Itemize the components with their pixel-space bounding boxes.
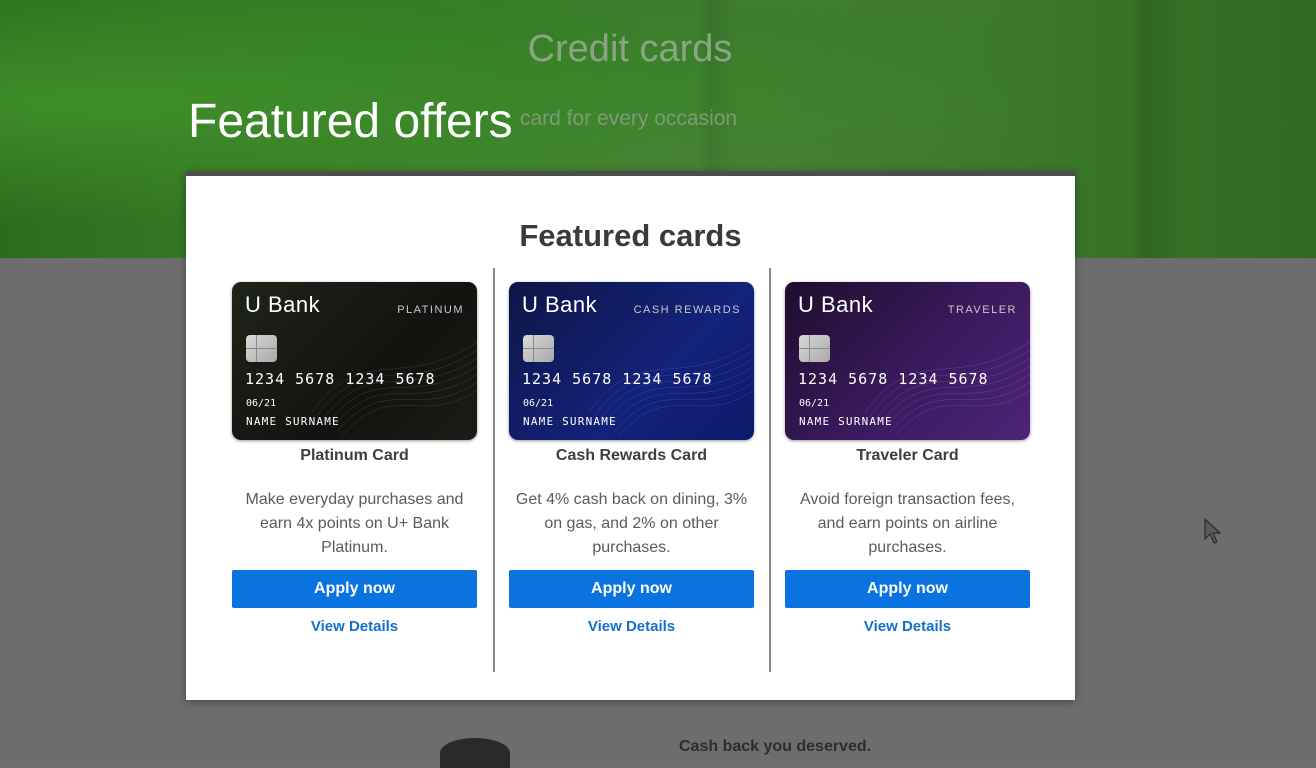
page-title: Credit cards bbox=[527, 28, 733, 70]
card-title: Cash Rewards Card bbox=[555, 447, 708, 464]
modal-title: Featured cards bbox=[519, 218, 742, 253]
card-tier: PLATINUM bbox=[397, 304, 464, 316]
card-expiry: 06/21 bbox=[799, 398, 830, 409]
view-details-link[interactable]: View Details bbox=[232, 618, 477, 635]
card-number: 1234 5678 1234 5678 bbox=[522, 370, 713, 388]
bank-logo: U Bank bbox=[522, 292, 598, 317]
view-details-link[interactable]: View Details bbox=[785, 618, 1030, 635]
card-number: 1234 5678 1234 5678 bbox=[798, 370, 989, 388]
card-holder: NAME SURNAME bbox=[246, 415, 340, 428]
apply-now-button[interactable]: Apply now bbox=[232, 570, 477, 608]
promo-text: Cash back you deserved. bbox=[679, 738, 872, 755]
card-expiry: 06/21 bbox=[246, 398, 277, 409]
card-holder: NAME SURNAME bbox=[523, 415, 617, 428]
card-number: 1234 5678 1234 5678 bbox=[245, 370, 436, 388]
promo-image bbox=[440, 738, 510, 768]
card-holder: NAME SURNAME bbox=[799, 415, 893, 428]
card-column: U Bank CASH REWARDS 1234 5678 1234 5678 … bbox=[493, 268, 771, 672]
chip-icon bbox=[246, 335, 277, 362]
card-tier: CASH REWARDS bbox=[633, 304, 741, 316]
bank-logo: U Bank bbox=[798, 292, 874, 317]
page-subtitle: card for every occasion bbox=[520, 107, 738, 130]
chip-icon bbox=[799, 335, 830, 362]
credit-card-image: U Bank CASH REWARDS 1234 5678 1234 5678 … bbox=[509, 282, 754, 440]
credit-card-image: U Bank PLATINUM 1234 5678 1234 5678 06/2… bbox=[232, 282, 477, 440]
view-details-link[interactable]: View Details bbox=[509, 618, 754, 635]
card-column: U Bank TRAVELER 1234 5678 1234 5678 06/2… bbox=[769, 268, 1047, 672]
card-description: Make everyday purchases and earn 4x poin… bbox=[245, 491, 464, 556]
apply-now-button[interactable]: Apply now bbox=[509, 570, 754, 608]
bank-logo: U Bank bbox=[245, 292, 321, 317]
card-description: Get 4% cash back on dining, 3% on gas, a… bbox=[515, 491, 748, 556]
credit-card-image: U Bank TRAVELER 1234 5678 1234 5678 06/2… bbox=[785, 282, 1030, 440]
chip-icon bbox=[523, 335, 554, 362]
featured-cards-modal: Featured cards U Bank PLATINUM 1234 5678… bbox=[186, 171, 1075, 700]
apply-now-button[interactable]: Apply now bbox=[785, 570, 1030, 608]
card-expiry: 06/21 bbox=[523, 398, 554, 409]
card-title: Platinum Card bbox=[300, 447, 409, 464]
card-column: U Bank PLATINUM 1234 5678 1234 5678 06/2… bbox=[186, 268, 477, 672]
card-tier: TRAVELER bbox=[947, 304, 1017, 316]
mouse-cursor-icon bbox=[1204, 518, 1222, 544]
featured-offers-heading: Featured offers bbox=[188, 95, 513, 148]
card-title: Traveler Card bbox=[856, 447, 959, 464]
card-description: Avoid foreign transaction fees, and earn… bbox=[800, 491, 1015, 556]
